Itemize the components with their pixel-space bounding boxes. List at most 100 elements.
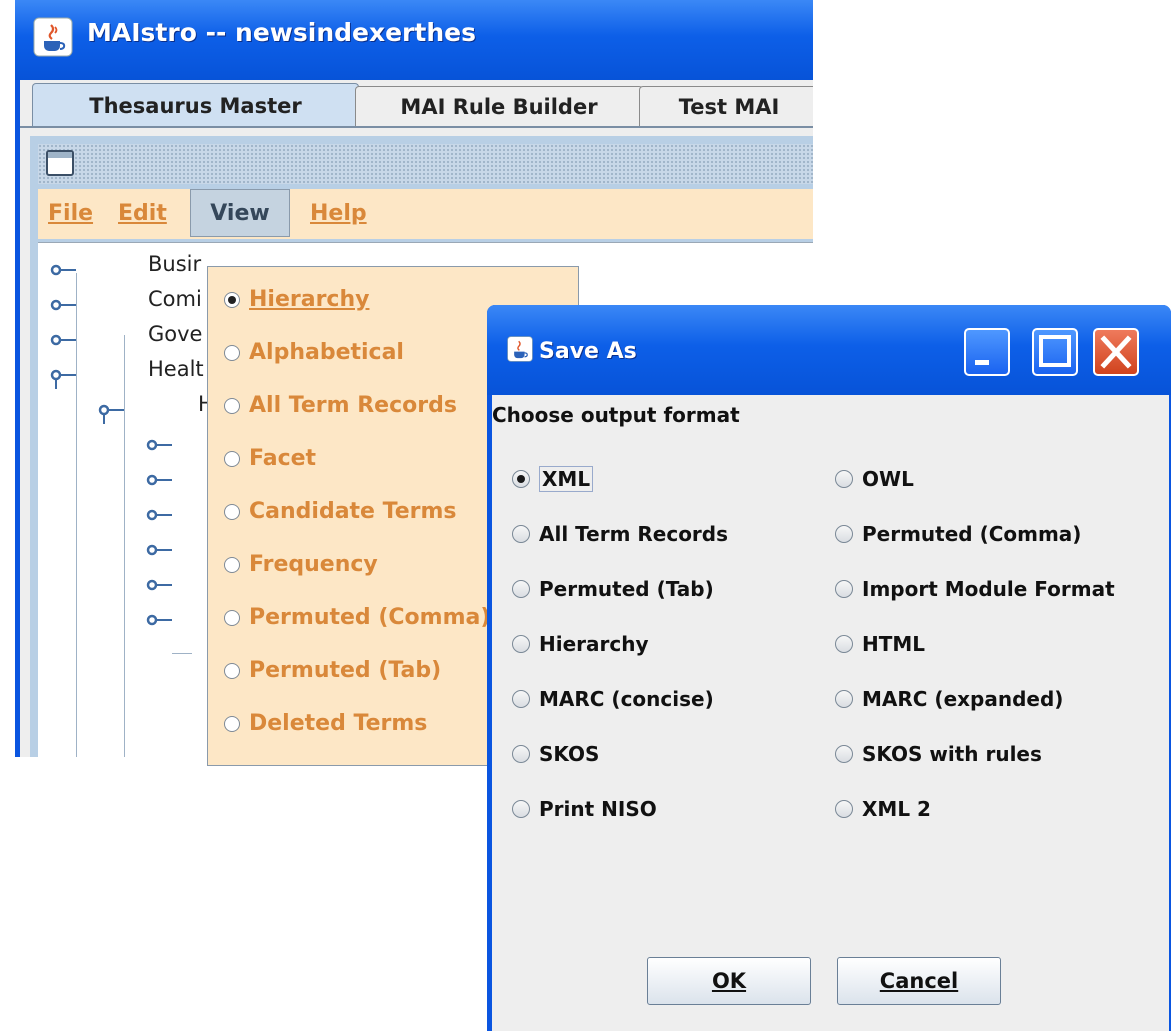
option-xml-2[interactable]: XML 2 [835, 794, 931, 824]
radio-icon [512, 745, 530, 763]
view-menu-item-label: Permuted (Comma) [249, 605, 491, 630]
dialog-title: Save As [539, 339, 637, 364]
radio-icon [835, 470, 853, 488]
option-skos[interactable]: SKOS [512, 739, 599, 769]
radio-icon [835, 745, 853, 763]
option-label: SKOS with rules [862, 742, 1042, 766]
tree-node-expanded-icon[interactable] [98, 402, 126, 424]
tree-item[interactable]: Gove [148, 322, 202, 346]
tree-guide-line [172, 653, 192, 654]
radio-icon [512, 635, 530, 653]
radio-icon [224, 397, 240, 414]
tree-node-icon[interactable] [50, 297, 78, 313]
radio-icon [835, 525, 853, 543]
view-menu-item-label: Facet [249, 446, 317, 471]
option-label: HTML [862, 632, 926, 656]
radio-icon [835, 690, 853, 708]
output-format-prompt: Choose output format [492, 403, 740, 427]
tree-node-icon[interactable] [50, 262, 78, 278]
option-label: MARC (expanded) [862, 687, 1064, 711]
java-cup-icon [33, 17, 73, 61]
tree-node-icon[interactable] [146, 612, 174, 628]
tab-thesaurus-master[interactable]: Thesaurus Master [32, 83, 359, 127]
radio-icon [512, 690, 530, 708]
option-marc-expanded[interactable]: MARC (expanded) [835, 684, 1063, 714]
tree-item[interactable]: Busir [148, 252, 201, 276]
menu-edit-label: Edit [118, 200, 167, 226]
view-menu-item-label: Deleted Terms [249, 711, 428, 736]
maximize-icon [1039, 335, 1071, 367]
ok-button[interactable]: OK [647, 957, 811, 1005]
option-marc-concise[interactable]: MARC (concise) [512, 684, 714, 714]
option-permuted-tab[interactable]: Permuted (Tab) [512, 574, 714, 604]
tab-separator [20, 126, 813, 128]
view-menu-item-label: Alphabetical [249, 340, 404, 365]
option-label: MARC (concise) [539, 687, 714, 711]
option-xml[interactable]: XML [512, 464, 594, 494]
menu-file-label: File [48, 200, 94, 226]
ok-button-label: OK [711, 969, 747, 993]
radio-icon [224, 556, 240, 573]
radio-selected-icon [512, 470, 530, 488]
radio-icon [512, 580, 530, 598]
option-skos-with-rules[interactable]: SKOS with rules [835, 739, 1042, 769]
menu-help[interactable]: Help [300, 189, 377, 237]
radio-selected-icon [224, 291, 240, 308]
radio-icon [224, 344, 240, 361]
menu-view-label: View [210, 200, 270, 226]
maximize-button[interactable] [1032, 328, 1078, 376]
option-hierarchy[interactable]: Hierarchy [512, 629, 649, 659]
radio-icon [512, 800, 530, 818]
minimize-button[interactable] [964, 328, 1010, 376]
option-label: Hierarchy [539, 632, 649, 656]
cancel-button[interactable]: Cancel [837, 957, 1001, 1005]
tree-node-icon[interactable] [146, 472, 174, 488]
option-print-niso[interactable]: Print NISO [512, 794, 657, 824]
option-html[interactable]: HTML [835, 629, 925, 659]
tree-node-icon[interactable] [50, 332, 78, 348]
menu-edit[interactable]: Edit [108, 189, 177, 237]
minimize-icon [975, 360, 989, 365]
radio-icon [224, 609, 240, 626]
option-owl[interactable]: OWL [835, 464, 914, 494]
cancel-button-label: Cancel [879, 969, 959, 993]
option-label: XML [539, 466, 594, 492]
main-title-bar[interactable]: MAIstro -- newsindexerthes [15, 0, 813, 80]
tab-mai-rule-builder[interactable]: MAI Rule Builder [355, 86, 643, 126]
menu-view[interactable]: View [190, 189, 290, 237]
option-label: XML 2 [862, 797, 931, 821]
option-import-module-format[interactable]: Import Module Format [835, 574, 1115, 604]
radio-icon [224, 662, 240, 679]
tree-item[interactable]: Comi [148, 287, 202, 311]
radio-icon [224, 503, 240, 520]
option-label: Import Module Format [862, 577, 1115, 601]
menu-file[interactable]: File [38, 189, 103, 237]
option-label: SKOS [539, 742, 600, 766]
radio-icon [224, 715, 240, 732]
option-all-term-records[interactable]: All Term Records [512, 519, 728, 549]
internal-frame-title-bar[interactable] [38, 144, 813, 184]
frame-icon [46, 150, 74, 176]
option-permuted-comma[interactable]: Permuted (Comma) [835, 519, 1081, 549]
tree-node-icon[interactable] [146, 577, 174, 593]
option-label: OWL [862, 467, 914, 491]
menu-help-label: Help [310, 200, 367, 226]
tree-node-icon[interactable] [146, 542, 174, 558]
tree-node-expanded-icon[interactable] [50, 367, 78, 389]
view-menu-item-label: Hierarchy [249, 287, 370, 312]
tree-item[interactable]: Healt [148, 357, 204, 381]
radio-icon [512, 525, 530, 543]
radio-icon [835, 580, 853, 598]
view-menu-item-label: Frequency [249, 552, 378, 577]
option-label: Permuted (Tab) [539, 577, 714, 601]
option-label: Print NISO [539, 797, 657, 821]
dialog-title-bar[interactable]: Save As [487, 305, 1171, 395]
menu-bar: File Edit View Help [38, 189, 813, 239]
close-button[interactable] [1093, 328, 1139, 376]
option-label: Permuted (Comma) [862, 522, 1082, 546]
tree-node-icon[interactable] [146, 437, 174, 453]
tree-node-icon[interactable] [146, 507, 174, 523]
view-menu-item-label: Candidate Terms [249, 499, 457, 524]
option-label: All Term Records [539, 522, 729, 546]
tab-test-mai[interactable]: Test MAI [639, 86, 813, 126]
